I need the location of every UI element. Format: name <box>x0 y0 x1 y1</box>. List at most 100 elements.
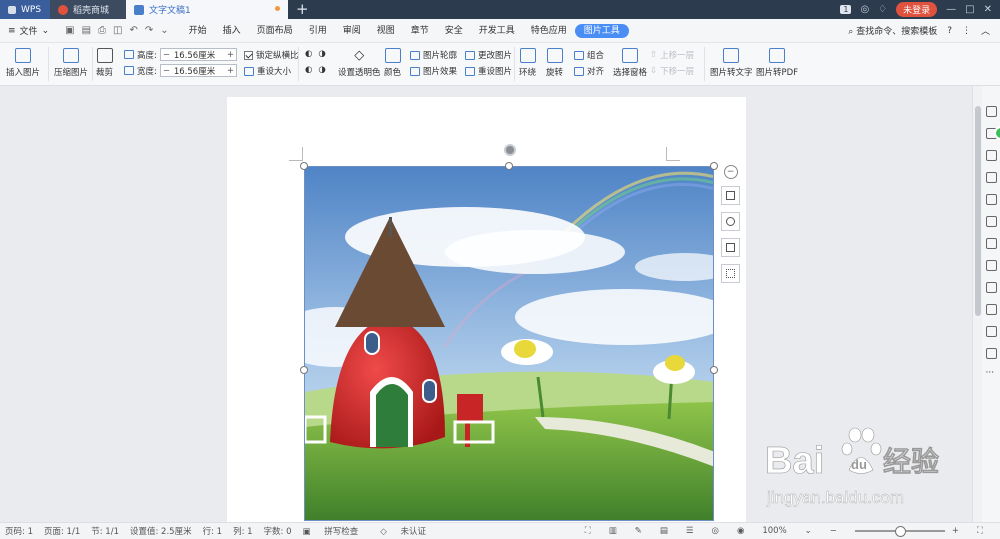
reading-mode-icon[interactable]: ▥ <box>609 526 617 536</box>
tab-developer[interactable]: 开发工具 <box>471 19 523 43</box>
resize-handle-top[interactable] <box>505 162 513 170</box>
zoom-in-button[interactable]: + <box>952 526 959 536</box>
edit-mode-icon[interactable]: ✎ <box>635 526 642 536</box>
resize-handle-right[interactable] <box>710 366 718 374</box>
vertical-scrollbar[interactable] <box>972 86 982 522</box>
contrast-up-icon[interactable]: ◑ <box>318 49 325 59</box>
zoom-slider[interactable] <box>854 526 945 537</box>
send-backward-button[interactable]: ⇩ 下移一层 <box>650 65 694 77</box>
customize-icon[interactable]: ⌄ <box>160 25 168 36</box>
width-input[interactable]: − 16.56厘米 + <box>159 64 237 77</box>
tab-picture-tools[interactable]: 图片工具 <box>574 23 629 38</box>
crop-button[interactable]: 裁剪 <box>96 48 113 78</box>
crop-picture-button[interactable] <box>721 238 740 257</box>
brightness-up-icon[interactable]: ◐ <box>305 49 312 59</box>
status-column[interactable]: 列: 1 <box>233 525 252 537</box>
height-increase-button[interactable]: + <box>225 50 236 60</box>
insert-picture-button[interactable]: 插入图片 <box>6 48 40 78</box>
file-menu[interactable]: ≡ 文件 ⌄ <box>0 24 57 38</box>
bring-forward-button[interactable]: ⇧ 上移一层 <box>650 49 694 61</box>
layers-icon[interactable] <box>985 260 997 271</box>
search-command[interactable]: ⌕ 查找命令、搜索模板 <box>848 24 937 37</box>
help-icon[interactable]: ? <box>947 26 952 36</box>
wrap-button[interactable]: 环绕 <box>519 48 536 78</box>
change-picture-button[interactable]: 更改图片 <box>465 49 512 61</box>
tab-store[interactable]: 稻壳商城 <box>50 0 126 19</box>
resize-handle-top-right[interactable] <box>710 162 718 170</box>
eye-protection-icon[interactable]: ◉ <box>737 526 744 536</box>
star-icon[interactable] <box>985 216 997 227</box>
status-row[interactable]: 行: 1 <box>203 525 222 537</box>
height-decrease-button[interactable]: − <box>161 50 172 60</box>
picture-outline-button[interactable]: 图片轮廓 <box>410 49 457 61</box>
history-icon[interactable] <box>985 326 997 337</box>
tab-review[interactable]: 审阅 <box>335 19 369 43</box>
zoom-picture-button[interactable] <box>721 212 740 231</box>
outline-view-icon[interactable]: ☰ <box>686 526 694 536</box>
compress-picture-button[interactable]: 压缩图片 <box>54 48 88 78</box>
save-icon[interactable]: ▣ <box>65 25 74 36</box>
image-icon[interactable] <box>985 282 997 293</box>
picture-to-text-button[interactable]: 图片转文字 <box>710 48 753 78</box>
shapes-icon[interactable] <box>985 150 997 161</box>
width-decrease-button[interactable]: − <box>161 66 172 76</box>
tab-view[interactable]: 视图 <box>369 19 403 43</box>
set-transparent-button[interactable]: ◇ 设置透明色 <box>338 48 381 78</box>
group-button[interactable]: 组合 <box>574 49 604 61</box>
tab-insert[interactable]: 插入 <box>215 19 249 43</box>
contrast-down-icon[interactable]: ◑ <box>318 65 325 75</box>
brightness-down-icon[interactable]: ◐ <box>305 65 312 75</box>
width-increase-button[interactable]: + <box>225 66 236 76</box>
new-tab-button[interactable]: + <box>288 0 317 19</box>
redo-icon[interactable]: ↷ <box>145 25 153 36</box>
undo-icon[interactable]: ↶ <box>129 25 137 36</box>
login-button[interactable]: 未登录 <box>896 2 938 17</box>
lock-ratio-checkbox[interactable]: 锁定纵横比 <box>244 49 299 61</box>
collapse-toolbar-icon[interactable]: − <box>723 165 738 179</box>
align-button[interactable]: 对齐 <box>574 65 604 77</box>
tab-security[interactable]: 安全 <box>437 19 471 43</box>
height-input[interactable]: − 16.56厘米 + <box>159 48 237 61</box>
selected-picture[interactable] <box>304 166 714 521</box>
tab-chapter[interactable]: 章节 <box>403 19 437 43</box>
reset-size-button[interactable]: 重设大小 <box>244 65 291 77</box>
copy-icon[interactable] <box>985 194 997 205</box>
shield-icon[interactable] <box>985 304 997 315</box>
more-icon[interactable]: ⋮ <box>962 26 971 36</box>
certification-status[interactable]: ◇ 未认证 <box>380 525 437 537</box>
print-icon[interactable]: ⎙ <box>98 25 106 36</box>
status-page-number[interactable]: 页码: 1 <box>5 525 33 537</box>
status-section[interactable]: 节: 1/1 <box>91 525 119 537</box>
window-count-badge[interactable]: 1 <box>840 5 852 14</box>
resize-handle-left[interactable] <box>300 366 308 374</box>
zoom-dropdown-icon[interactable]: ⌄ <box>805 526 812 536</box>
page-view-icon[interactable]: ▤ <box>660 526 668 536</box>
picture-to-pdf-button[interactable]: 图片转PDF <box>756 48 798 78</box>
tab-wps[interactable]: WPS <box>0 0 50 19</box>
minimize-button[interactable]: — <box>946 4 956 15</box>
status-pages[interactable]: 页面: 1/1 <box>44 525 80 537</box>
tab-document[interactable]: 文字文稿1 <box>126 0 288 19</box>
picture-more-button[interactable] <box>721 264 740 283</box>
fit-page-icon[interactable]: ⛶ <box>977 526 983 536</box>
pen-icon[interactable] <box>985 106 997 117</box>
tab-special[interactable]: 特色应用 <box>523 19 575 43</box>
sliders-icon[interactable] <box>985 172 997 183</box>
zoom-level[interactable]: 100% <box>762 526 786 536</box>
share-icon[interactable] <box>985 238 997 249</box>
picture-effect-button[interactable]: 图片效果 <box>410 65 457 77</box>
export-icon[interactable]: ▤ <box>82 25 91 36</box>
spell-check-button[interactable]: ▣ 拼写检查 <box>303 525 370 537</box>
rotate-handle[interactable] <box>504 144 516 156</box>
rotate-button[interactable]: 旋转 <box>546 48 563 78</box>
tab-page-layout[interactable]: 页面布局 <box>249 19 301 43</box>
color-button[interactable]: 颜色 <box>384 48 401 78</box>
shirt-icon[interactable]: ♢ <box>878 4 887 15</box>
zoom-out-button[interactable]: − <box>830 526 837 536</box>
print-preview-icon[interactable]: ◫ <box>113 25 122 36</box>
scrollbar-thumb[interactable] <box>975 106 981 316</box>
tab-references[interactable]: 引用 <box>301 19 335 43</box>
more-dots-icon[interactable]: ··· <box>986 369 997 381</box>
selection-pane-button[interactable]: 选择窗格 <box>613 48 647 78</box>
maximize-button[interactable]: □ <box>965 4 974 15</box>
